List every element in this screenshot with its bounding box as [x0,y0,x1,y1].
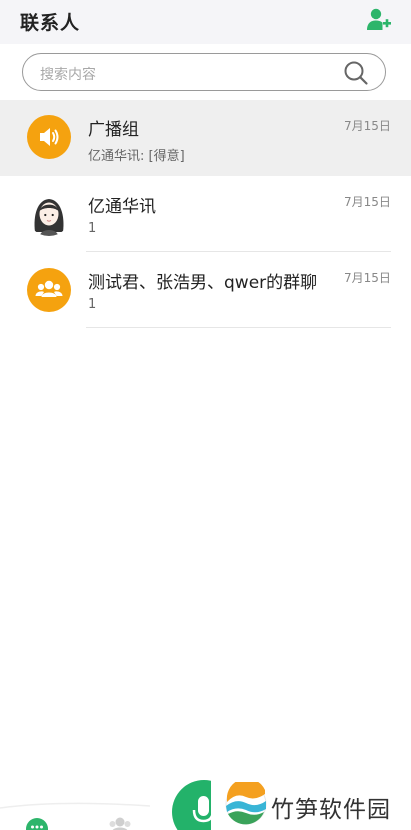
contacts-screen: 联系人 搜索内容 广播组 亿通华讯: [得意] 7月15日 亿通华讯 1 7月1… [0,0,411,830]
watermark-logo-icon [225,782,267,825]
conversation-name: 广播组 [88,120,139,140]
conversation-date: 7月15日 [344,271,391,285]
contacts-icon[interactable] [107,816,133,830]
conversation-preview: 亿通华讯: [得意] [88,149,185,164]
female-avatar [27,192,71,236]
conversation-row[interactable]: 亿通华讯 1 7月15日 [0,176,411,252]
conversation-name: 亿通华讯 [88,197,156,217]
group-icon [27,268,71,312]
search-placeholder: 搜索内容 [40,67,96,83]
conversation-preview: 1 [88,297,97,312]
conversation-row[interactable]: 广播组 亿通华讯: [得意] 7月15日 [0,100,411,176]
search-input[interactable]: 搜索内容 [22,53,386,91]
conversation-date: 7月15日 [344,119,391,133]
page-title: 联系人 [20,12,81,34]
divider [86,327,391,328]
conversation-date: 7月15日 [344,195,391,209]
watermark: 竹笋软件园 [211,779,411,830]
speaker-icon [27,115,71,159]
conversation-row[interactable]: 测试君、张浩男、qwer的群聊 1 7月15日 [0,252,411,328]
chat-icon[interactable] [26,818,48,830]
search-icon[interactable] [343,60,369,86]
conversation-name: 测试君、张浩男、qwer的群聊 [88,273,318,293]
add-user-icon[interactable] [366,8,392,32]
header-bar: 联系人 [0,0,411,44]
watermark-text: 竹笋软件园 [271,797,391,823]
conversation-preview: 1 [88,221,97,236]
